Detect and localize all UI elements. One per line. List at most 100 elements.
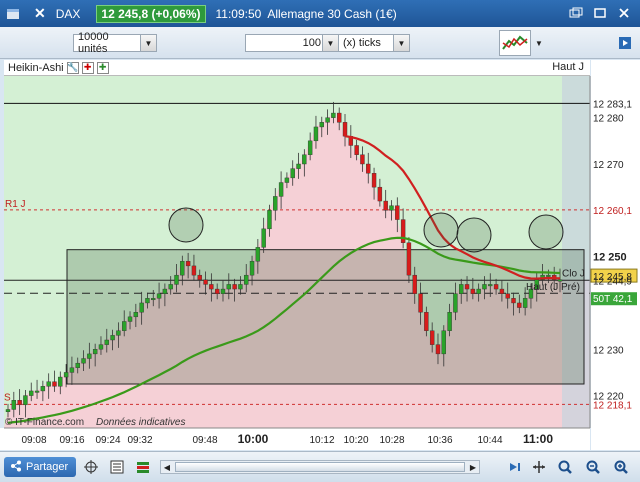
candle-body <box>511 298 516 304</box>
pan-tool-icon[interactable] <box>530 458 548 476</box>
annotation-circle <box>528 214 564 250</box>
candle-body <box>360 154 365 165</box>
candle-body <box>302 154 307 165</box>
x-tick-label: 10:28 <box>379 435 404 446</box>
candle-body <box>313 126 319 142</box>
candle-body <box>366 163 371 174</box>
scroll-right-icon[interactable]: ▶ <box>467 461 479 473</box>
chevron-down-icon[interactable]: ▼ <box>140 35 156 51</box>
candle-body <box>46 381 51 387</box>
candle-body <box>505 293 510 299</box>
candle-body <box>319 122 324 128</box>
y-tick-label: 12 260,1 <box>593 206 632 217</box>
trading-window: ✕ DAX 12 245,8 (+0,06%) 11:09:50 Allemag… <box>0 0 640 482</box>
annotation-circle <box>168 207 204 243</box>
haut-pre-label: Haut (J Pré) <box>526 282 580 293</box>
watermark: © IT-Finance.com <box>5 417 84 428</box>
close-chart-icon[interactable]: ✕ <box>34 5 46 22</box>
candle-body <box>34 390 40 393</box>
candle-body <box>5 409 11 412</box>
candle-body <box>371 173 377 188</box>
maximize-window-icon[interactable] <box>590 4 610 22</box>
candle-body <box>23 395 28 406</box>
candle-body <box>546 274 551 277</box>
candle-body <box>52 381 57 387</box>
close-window-icon[interactable] <box>614 4 634 22</box>
x-tick-label: 10:20 <box>343 435 368 446</box>
chevron-down-icon[interactable]: ▼ <box>393 35 409 51</box>
title-bar: ✕ DAX 12 245,8 (+0,06%) 11:09:50 Allemag… <box>0 0 640 27</box>
x-tick-label: 11:00 <box>523 432 553 446</box>
candle-body <box>209 284 214 290</box>
y-tick-label: 12 250 <box>593 252 627 264</box>
zoom-area-icon[interactable] <box>556 458 574 476</box>
candle-body <box>331 112 336 118</box>
y-tick-label: 12 270 <box>593 160 624 171</box>
candle-body <box>267 210 272 230</box>
unit-select[interactable]: ▼ (x) ticks ▼ <box>322 34 410 52</box>
chart-type-button[interactable] <box>499 30 531 56</box>
quantity-input[interactable]: 100 <box>245 34 325 52</box>
indicator-label: Heikin-Ashi <box>8 61 64 74</box>
unit-select-value: (x) ticks <box>343 37 381 49</box>
candle-body <box>522 298 528 308</box>
x-tick-label: 09:32 <box>127 435 152 446</box>
annotation-circle <box>423 212 459 248</box>
chart-scrollbar[interactable]: ◀ ▶ <box>160 460 480 474</box>
y-tick-label: 12 230 <box>593 345 624 356</box>
candle-body <box>197 274 202 280</box>
chevron-down-icon[interactable]: ▼ <box>323 35 339 51</box>
watermark-note: Données indicatives <box>96 417 186 428</box>
candle-body <box>517 302 522 308</box>
candle-body <box>17 400 22 406</box>
ask-price-label: 50T 42,1 <box>593 294 633 305</box>
candle-body <box>441 330 446 355</box>
candle-body <box>180 261 185 276</box>
candle-body <box>284 177 290 183</box>
candle-body <box>11 400 17 410</box>
add-indicator-icon[interactable]: ✚ <box>96 61 109 74</box>
price-chart[interactable]: 12 283,1 12 280 12 270 12 260,1 12 250 12 245… <box>0 60 640 450</box>
candle-body <box>232 284 237 290</box>
candle-body <box>174 274 179 285</box>
candle-body <box>447 312 452 331</box>
remove-indicator-icon[interactable]: ✚ <box>81 61 94 74</box>
candle-body <box>214 288 220 294</box>
candle-body <box>185 261 191 267</box>
share-label: Partager <box>26 461 69 473</box>
chevron-down-icon[interactable]: ▼ <box>532 30 546 56</box>
x-tick-label: 10:12 <box>309 435 334 446</box>
candle-body <box>220 288 226 294</box>
quote-time: 11:09:50 <box>215 6 262 21</box>
candle-body <box>255 247 261 262</box>
toolbar-menu-icon[interactable] <box>614 31 636 55</box>
quantity-select[interactable]: 10000 unités ▼ <box>73 31 157 55</box>
candle-body <box>278 182 284 197</box>
grid-view-icon[interactable] <box>134 458 152 476</box>
list-view-icon[interactable] <box>108 458 126 476</box>
candle-body <box>493 284 499 290</box>
zoom-out-icon[interactable] <box>584 458 602 476</box>
window-menu-icon[interactable] <box>4 5 22 23</box>
candle-body <box>162 288 168 294</box>
x-tick-label: 10:44 <box>477 435 502 446</box>
candle-body <box>557 279 563 282</box>
crosshair-tool-icon[interactable] <box>82 458 100 476</box>
candle-body <box>464 284 470 290</box>
candle-body <box>156 293 162 299</box>
candle-body <box>244 274 249 285</box>
scroll-end-icon[interactable] <box>506 458 524 476</box>
s-label: S <box>4 392 11 403</box>
candle-body <box>81 358 86 364</box>
zoom-in-icon[interactable] <box>612 458 630 476</box>
bottom-toolbar: Partager ◀ ▶ <box>0 451 640 482</box>
candle-body <box>249 261 255 276</box>
wrench-icon[interactable]: 🔧 <box>66 61 79 74</box>
scrollbar-thumb[interactable] <box>175 462 465 472</box>
restore-window-icon[interactable] <box>566 4 586 22</box>
candle-body <box>261 228 266 248</box>
candle-body <box>354 145 359 155</box>
share-button[interactable]: Partager <box>4 457 76 477</box>
scroll-left-icon[interactable]: ◀ <box>161 461 173 473</box>
candle-body <box>389 205 394 211</box>
